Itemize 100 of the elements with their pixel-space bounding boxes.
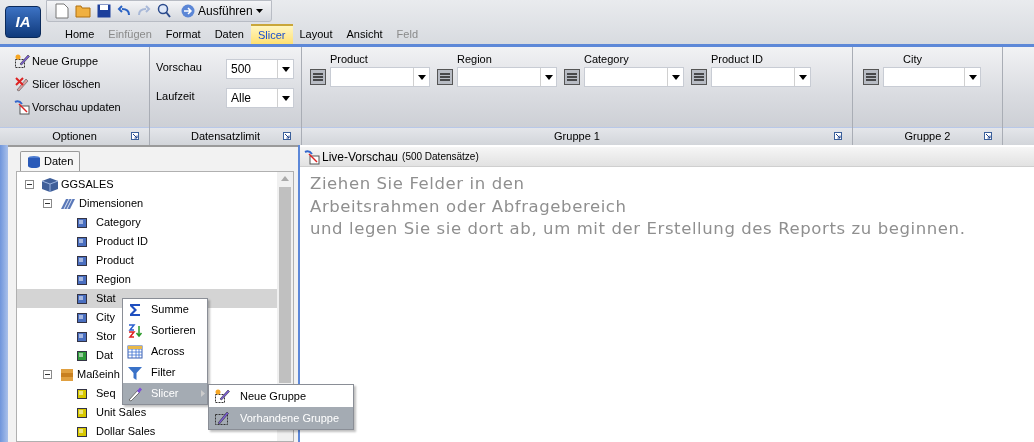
field-label: Vorschau <box>156 60 203 75</box>
menu-item[interactable]: Filter <box>123 362 207 383</box>
refresh-icon <box>304 148 320 165</box>
undo-icon[interactable] <box>117 5 131 17</box>
sigma-icon <box>127 301 143 318</box>
slicer-label: City <box>902 52 923 67</box>
ribbon-tab[interactable]: Ansicht <box>339 24 390 44</box>
dropdown-value: 500 <box>230 61 253 78</box>
ribbon-tab[interactable]: Slicer <box>251 24 293 44</box>
group-label: Optionen <box>52 129 97 145</box>
field-icon <box>77 312 87 323</box>
new-document-icon[interactable] <box>55 3 69 19</box>
tree-item[interactable]: Product ID <box>96 233 148 250</box>
scrollbar-thumb[interactable] <box>279 187 291 383</box>
limit-dropdown[interactable]: Alle <box>226 88 294 108</box>
collapse-icon[interactable] <box>25 180 34 189</box>
delete-slicer-icon <box>14 76 30 92</box>
slicer-list-icon[interactable] <box>863 69 879 85</box>
tree-node-label[interactable]: Dimensionen <box>79 195 144 212</box>
slicer-label: Category <box>584 52 630 67</box>
tree-item[interactable]: Dat <box>96 347 114 364</box>
ribbon-button[interactable]: Neue Gruppe <box>14 51 149 71</box>
run-icon <box>181 4 195 18</box>
pencil-plus-icon <box>14 53 30 69</box>
slicer-list-icon[interactable] <box>691 69 707 85</box>
group-label: Gruppe 1 <box>554 129 600 145</box>
menu-item[interactable]: Sortieren <box>123 320 207 341</box>
app-logo[interactable]: IA <box>5 6 41 38</box>
field-icon <box>77 331 87 342</box>
caret-icon <box>798 74 807 80</box>
hint-text: Ziehen Sie Felder in den <box>310 173 526 195</box>
tree-node-label[interactable]: Maßeinh <box>77 366 120 383</box>
tree-item[interactable]: Stat <box>96 290 116 307</box>
collapse-icon[interactable] <box>43 370 52 379</box>
slicer-label: Product <box>330 52 369 67</box>
menu-item[interactable]: Summe <box>123 299 207 320</box>
ribbon-button[interactable]: Slicer löschen <box>14 74 149 94</box>
field-icon <box>77 388 87 399</box>
caret-icon <box>417 74 426 80</box>
field-label: Laufzeit <box>156 89 196 104</box>
dialog-launcher-icon[interactable] <box>834 132 842 140</box>
field-icon <box>77 217 87 228</box>
boxes-icon <box>59 366 75 383</box>
tree-item[interactable]: Dollar Sales <box>96 423 156 440</box>
ribbon-button[interactable]: Vorschau updaten <box>14 97 149 117</box>
panel-tab-label: Daten <box>44 154 74 170</box>
pencil-plus-icon <box>214 388 230 404</box>
ribbon-tab[interactable]: Home <box>58 24 102 44</box>
dropdown-value: Alle <box>230 90 252 107</box>
ribbon-tab[interactable]: Format <box>158 24 208 44</box>
hint-text: und legen Sie sie dort ab, um mit der Erstellung des Reports zu beginnen. <box>310 218 967 240</box>
menu-item[interactable]: Neue Gruppe <box>209 385 353 407</box>
slicer-list-icon[interactable] <box>310 69 326 85</box>
caret-icon <box>671 74 680 80</box>
preview-title: Live-Vorschau <box>322 148 399 166</box>
filter-icon <box>127 364 143 381</box>
slicer-list-icon[interactable] <box>564 69 580 85</box>
tree-node-label[interactable]: GGSALES <box>61 176 114 193</box>
group-label: Datensatzlimit <box>190 129 261 145</box>
menu-item[interactable]: Across <box>123 341 207 362</box>
dialog-launcher-icon[interactable] <box>283 132 291 140</box>
field-icon <box>77 293 87 304</box>
field-icon <box>77 350 87 361</box>
logo-text: IA <box>15 11 31 32</box>
grid-icon <box>127 343 143 360</box>
group-label: Gruppe 2 <box>904 129 951 145</box>
tree-item[interactable]: Category <box>96 214 141 231</box>
slicer-label: Region <box>457 52 493 67</box>
ribbon-tab[interactable]: Layout <box>292 24 340 44</box>
tree-item[interactable]: Unit Sales <box>96 404 147 421</box>
tree-item[interactable]: City <box>96 309 115 326</box>
folder-icon[interactable] <box>75 4 91 18</box>
caret-icon <box>281 66 290 72</box>
dialog-launcher-icon[interactable] <box>131 132 139 140</box>
slicer-label: Product ID <box>711 52 764 67</box>
refresh-icon <box>14 99 30 115</box>
tree-item[interactable]: Product <box>96 252 134 269</box>
field-icon <box>77 255 87 266</box>
caret-icon <box>544 74 553 80</box>
search-icon[interactable] <box>157 3 171 19</box>
limit-dropdown[interactable]: 500 <box>226 59 294 79</box>
tree-item[interactable]: Seq <box>96 385 116 402</box>
field-icon <box>77 236 87 247</box>
slicer-list-icon[interactable] <box>437 69 453 85</box>
collapse-icon[interactable] <box>43 199 52 208</box>
tree-item[interactable]: Stor <box>96 328 117 345</box>
dialog-launcher-icon[interactable] <box>984 132 992 140</box>
ribbon-tab[interactable]: Daten <box>207 24 251 44</box>
pencil-icon <box>214 410 230 426</box>
caret-icon <box>255 9 263 13</box>
field-icon <box>77 274 87 285</box>
panel-tab[interactable]: Daten <box>20 151 81 171</box>
sort-icon <box>127 322 143 339</box>
hint-text: Arbeitsrahmen oder Abfragebereich <box>310 195 628 218</box>
caret-icon <box>281 95 290 101</box>
save-icon[interactable] <box>97 4 111 18</box>
database-icon <box>27 154 41 169</box>
tree-item[interactable]: Region <box>96 271 131 288</box>
record-count: (500 Datensätze) <box>402 150 479 164</box>
cube-icon <box>41 176 59 193</box>
